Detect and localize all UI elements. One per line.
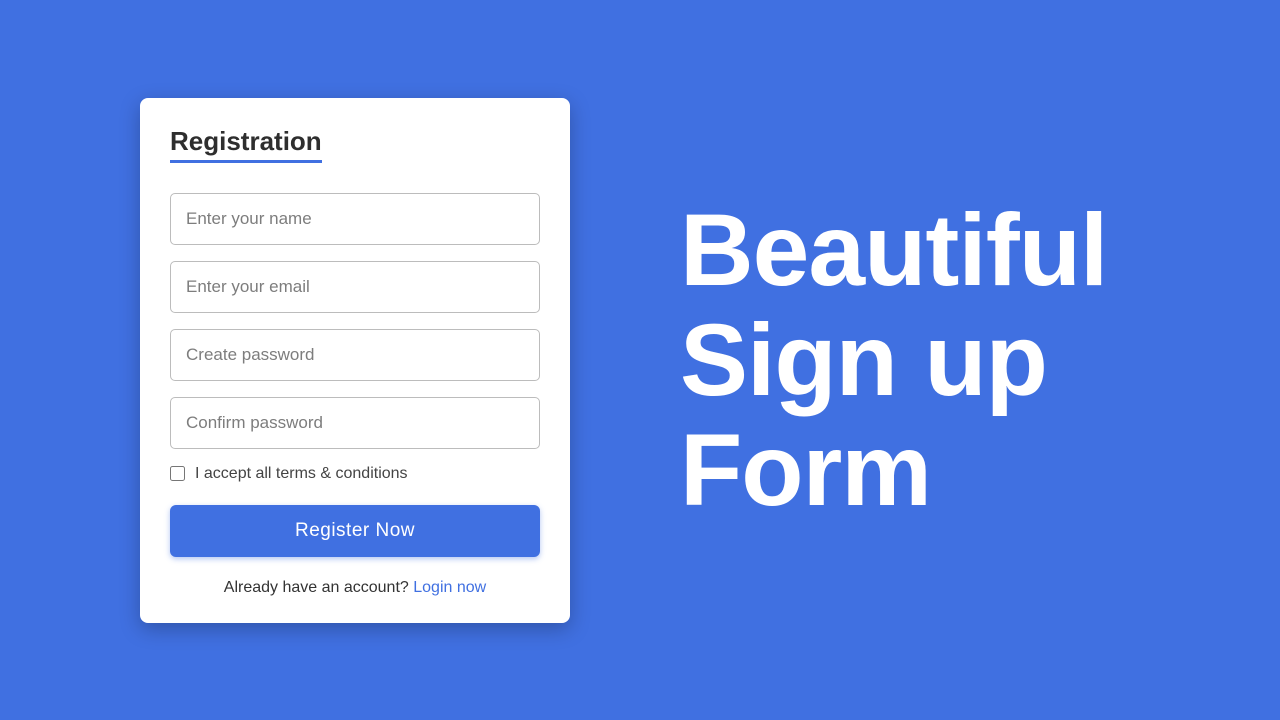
password-input[interactable] <box>170 329 540 381</box>
password-field-wrapper <box>170 329 540 381</box>
footer-prompt: Already have an account? <box>224 579 413 596</box>
footer-text: Already have an account? Login now <box>170 579 540 597</box>
confirm-password-field-wrapper <box>170 397 540 449</box>
registration-card: Registration I accept all terms & condit… <box>140 98 570 623</box>
terms-row: I accept all terms & conditions <box>170 465 540 483</box>
hero-line-3: Form <box>680 413 931 527</box>
hero-line-2: Sign up <box>680 303 1047 417</box>
register-button[interactable]: Register Now <box>170 505 540 557</box>
email-field-wrapper <box>170 261 540 313</box>
terms-label[interactable]: I accept all terms & conditions <box>195 465 408 483</box>
confirm-password-input[interactable] <box>170 397 540 449</box>
name-input[interactable] <box>170 193 540 245</box>
hero-line-1: Beautiful <box>680 193 1107 307</box>
name-field-wrapper <box>170 193 540 245</box>
email-input[interactable] <box>170 261 540 313</box>
terms-checkbox[interactable] <box>170 466 185 481</box>
hero-heading: Beautiful Sign up Form <box>680 195 1107 525</box>
login-link[interactable]: Login now <box>413 579 486 596</box>
form-title: Registration <box>170 126 322 163</box>
